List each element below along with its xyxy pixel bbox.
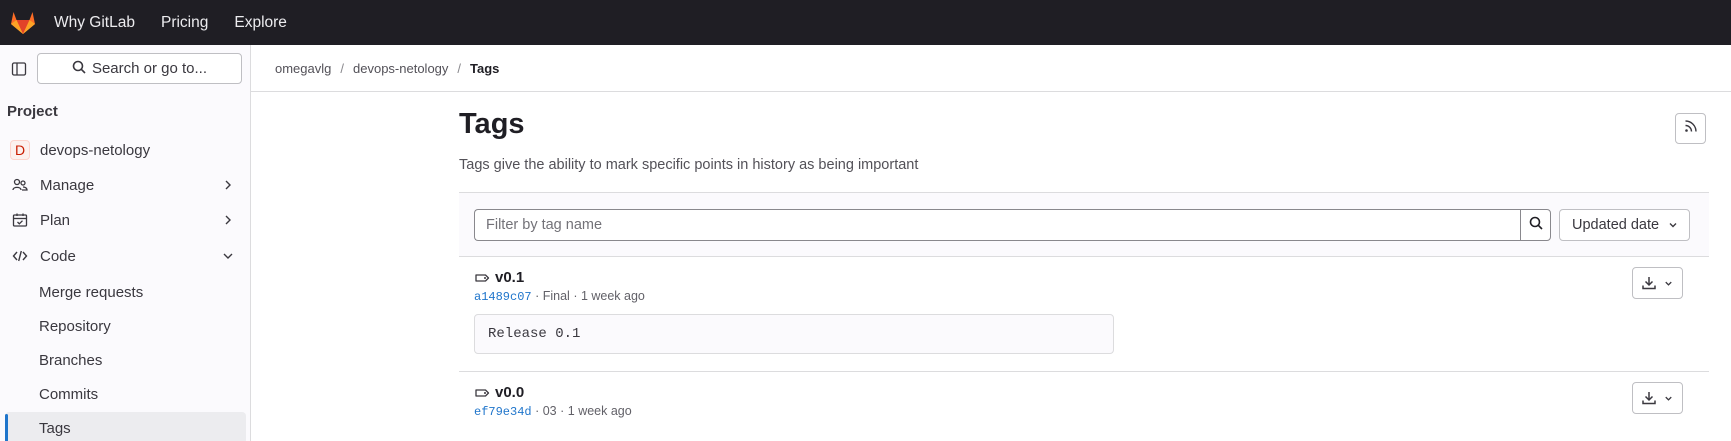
sidebar-item-commits[interactable]: Commits <box>5 378 246 410</box>
tag-time: 1 week ago <box>580 289 645 303</box>
filter-bar: Filter by tag name Updated date <box>459 192 1709 257</box>
download-icon <box>1642 392 1656 405</box>
breadcrumb-item-namespace[interactable]: omegavlg <box>275 61 331 76</box>
calendar-icon <box>9 209 31 231</box>
project-avatar: D <box>10 140 30 160</box>
meta-separator: · <box>535 289 543 303</box>
sidebar-item-label: Manage <box>40 176 95 194</box>
meta-separator: · <box>573 289 581 303</box>
download-dropdown-button[interactable] <box>1632 267 1683 299</box>
chevron-right-icon <box>225 180 231 190</box>
page-description: Tags give the ability to mark specific p… <box>459 157 919 173</box>
nav-link-explore[interactable]: Explore <box>234 14 287 32</box>
chevron-down-icon <box>1665 396 1672 401</box>
tag-name[interactable]: v0.0 <box>474 384 524 401</box>
chevron-down-icon <box>223 253 233 259</box>
download-icon <box>1642 277 1656 290</box>
search-icon <box>72 60 86 78</box>
meta-separator: · <box>535 404 543 418</box>
sidebar-item-plan[interactable]: Plan <box>5 204 246 236</box>
commit-message: Final <box>542 289 570 303</box>
tag-name[interactable]: v0.1 <box>474 269 524 286</box>
rss-icon <box>1684 119 1698 138</box>
sidebar-section-title: Project <box>7 103 58 120</box>
tag-meta: ef79e34d · 03 · 1 week ago <box>474 404 632 419</box>
sidebar-item-label: devops-netology <box>40 141 151 159</box>
release-description: Release 0.1 <box>474 314 1114 354</box>
breadcrumb-separator: / <box>457 60 462 76</box>
tag-time: 1 week ago <box>567 404 632 418</box>
chevron-down-icon <box>1665 281 1672 286</box>
rss-button[interactable] <box>1675 113 1706 144</box>
sort-dropdown[interactable]: Updated date <box>1559 209 1690 241</box>
top-navbar: Why GitLab Pricing Explore <box>0 0 1731 45</box>
tag-icon <box>475 273 490 282</box>
sidebar: Search or go to... Project D devops-neto… <box>0 45 251 441</box>
meta-separator: · <box>560 404 568 418</box>
search-icon <box>1529 216 1543 235</box>
code-icon <box>9 245 31 267</box>
tag-row: v0.1 a1489c07 · Final · 1 week ago Relea… <box>459 257 1709 372</box>
tag-name-label: v0.0 <box>495 384 525 401</box>
sort-dropdown-label: Updated date <box>1572 217 1660 233</box>
filter-input[interactable]: Filter by tag name <box>474 209 1520 241</box>
chevron-down-icon <box>1669 223 1677 228</box>
commit-sha-link[interactable]: ef79e34d <box>474 405 532 419</box>
sidebar-item-label: Plan <box>40 211 71 229</box>
tag-name-label: v0.1 <box>495 269 525 286</box>
sidebar-item-tags[interactable]: Tags <box>5 412 246 441</box>
breadcrumb-separator: / <box>340 60 344 76</box>
search-button-label: Search or go to... <box>91 60 208 77</box>
nav-link-pricing[interactable]: Pricing <box>161 14 208 32</box>
commit-message: 03 <box>542 404 557 418</box>
chevron-right-icon <box>225 215 231 225</box>
sidebar-item-manage[interactable]: Manage <box>5 169 246 201</box>
download-dropdown-button[interactable] <box>1632 382 1683 414</box>
filter-search-button[interactable] <box>1520 209 1551 241</box>
breadcrumb: omegavlg / devops-netology / Tags <box>251 45 1731 92</box>
sidebar-item-project[interactable]: D devops-netology <box>5 134 246 166</box>
sidebar-item-repository[interactable]: Repository <box>5 310 246 342</box>
sidebar-item-code[interactable]: Code <box>5 240 246 272</box>
tag-icon <box>475 388 490 397</box>
breadcrumb-item-project[interactable]: devops-netology <box>353 61 448 76</box>
tag-row: v0.0 ef79e34d · 03 · 1 week ago <box>459 372 1709 441</box>
commit-sha-link[interactable]: a1489c07 <box>474 290 532 304</box>
sidebar-item-label: Code <box>40 247 76 265</box>
breadcrumb-item-current[interactable]: Tags <box>470 61 499 76</box>
search-button[interactable]: Search or go to... <box>37 53 242 84</box>
sidebar-item-merge-requests[interactable]: Merge requests <box>5 276 246 308</box>
users-icon <box>9 174 31 196</box>
page-title: Tags <box>459 108 525 140</box>
sidebar-item-branches[interactable]: Branches <box>5 344 246 376</box>
tag-meta: a1489c07 · Final · 1 week ago <box>474 289 645 304</box>
gitlab-logo-icon[interactable] <box>0 0 46 45</box>
sidebar-toggle-icon[interactable] <box>9 59 29 79</box>
nav-link-why-gitlab[interactable]: Why GitLab <box>54 14 135 32</box>
